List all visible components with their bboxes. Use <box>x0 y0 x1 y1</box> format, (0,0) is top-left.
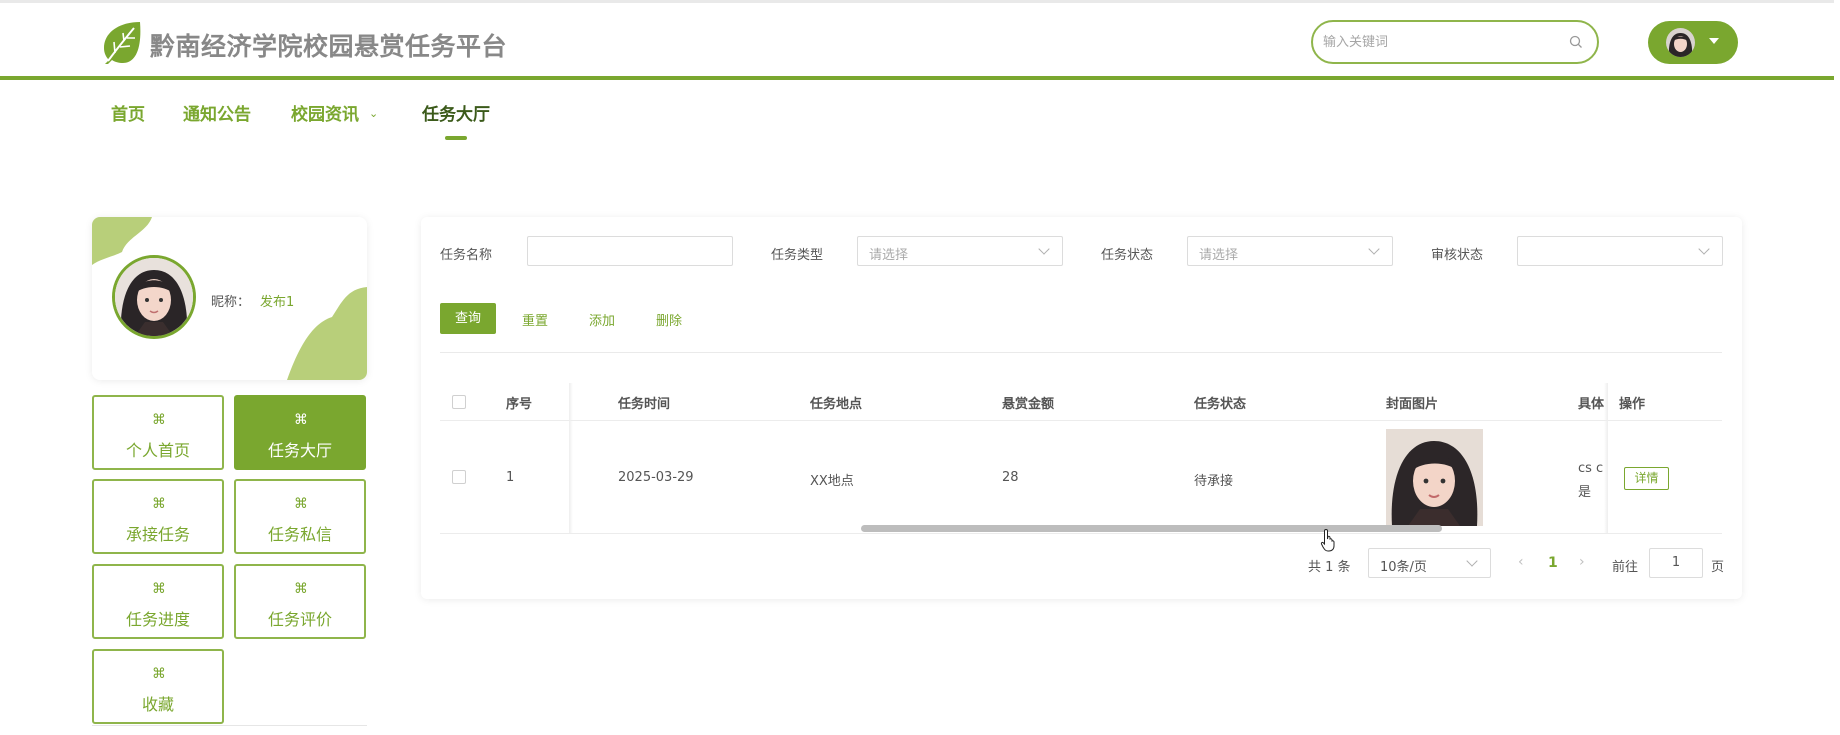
column-header: 任务地点 <box>810 397 863 412</box>
header-divider <box>440 420 1722 421</box>
column-header: 具体 <box>1578 397 1605 412</box>
search-box[interactable] <box>1311 20 1599 64</box>
chevron-down-icon: ⌄ <box>369 107 379 120</box>
goto-label: 前往 <box>1612 560 1639 575</box>
page-number-current[interactable]: 1 <box>1548 555 1558 571</box>
cover-image <box>1386 429 1483 526</box>
next-page-button[interactable]: › <box>1579 554 1585 570</box>
task-status-placeholder: 请选择 <box>1199 248 1239 263</box>
menu-task-progress[interactable]: ⌘ 任务进度 <box>92 564 224 639</box>
profile-avatar[interactable] <box>112 255 196 339</box>
detail-button[interactable]: 详情 <box>1624 467 1669 490</box>
column-header: 序号 <box>506 397 533 412</box>
site-title: 黔南经济学院校园悬赏任务平台 <box>150 32 508 61</box>
clover-icon: ⌘ <box>294 496 308 512</box>
menu-personal-home[interactable]: ⌘ 个人首页 <box>92 395 224 470</box>
chevron-down-icon <box>1368 243 1380 255</box>
delete-button[interactable]: 删除 <box>656 310 682 329</box>
task-type-placeholder: 请选择 <box>869 248 909 263</box>
audit-status-select[interactable] <box>1517 236 1723 266</box>
leaf-icon[interactable] <box>100 20 142 64</box>
profile-card: 昵称： 发布1 <box>92 217 367 380</box>
column-header: 封面图片 <box>1386 397 1439 412</box>
avatar <box>1666 28 1695 57</box>
header: 黔南经济学院校园悬赏任务平台 <box>0 3 1834 80</box>
audit-status-label: 审核状态 <box>1431 248 1484 263</box>
nickname-value: 发布1 <box>260 295 295 310</box>
page-size-select[interactable]: 10条/页 <box>1368 548 1491 578</box>
goto-page-input[interactable]: 1 <box>1649 548 1703 578</box>
task-panel: 任务名称 任务类型 请选择 任务状态 请选择 审核状态 查询 重置 添加 删除 … <box>421 217 1742 599</box>
nickname-label: 昵称： <box>211 295 251 310</box>
hand-cursor-icon <box>1320 528 1335 552</box>
menu-task-reviews[interactable]: ⌘ 任务评价 <box>234 564 366 639</box>
chevron-down-icon <box>1038 243 1050 255</box>
nav-item-task-hall[interactable]: 任务大厅 <box>422 100 490 125</box>
clover-icon: ⌘ <box>152 412 166 428</box>
horizontal-scrollbar[interactable] <box>861 525 1442 532</box>
divider <box>440 352 1722 353</box>
user-menu-button[interactable] <box>1648 21 1738 64</box>
cell-index: 1 <box>506 470 515 485</box>
task-status-label: 任务状态 <box>1101 248 1154 263</box>
column-header: 任务状态 <box>1194 397 1247 412</box>
menu-label: 承接任务 <box>125 525 190 544</box>
nav-active-indicator <box>445 136 467 140</box>
cell-reward: 28 <box>1002 470 1019 485</box>
add-button[interactable]: 添加 <box>589 310 615 329</box>
task-status-select[interactable]: 请选择 <box>1187 236 1393 266</box>
clover-icon: ⌘ <box>152 581 166 597</box>
menu-label: 任务评价 <box>267 610 332 629</box>
cell-location: XX地点 <box>810 474 854 489</box>
menu-label: 收藏 <box>141 695 174 714</box>
cell-detail-line2: 是 <box>1578 485 1592 500</box>
select-all-checkbox[interactable] <box>452 395 466 409</box>
nav-item-campus-news[interactable]: 校园资讯 ⌄ <box>291 100 378 125</box>
column-header: 任务时间 <box>618 397 671 412</box>
clover-icon: ⌘ <box>294 412 308 428</box>
task-name-input[interactable] <box>527 236 733 266</box>
prev-page-button[interactable]: ‹ <box>1518 554 1524 570</box>
reset-button[interactable]: 重置 <box>522 310 548 329</box>
cell-detail-line1: cs c <box>1578 461 1604 476</box>
chevron-down-icon <box>1698 243 1710 255</box>
task-type-select[interactable]: 请选择 <box>857 236 1063 266</box>
menu-label: 任务私信 <box>267 525 332 544</box>
menu-label: 个人首页 <box>125 441 190 460</box>
column-header: 操作 <box>1619 397 1646 412</box>
pagination-total: 共 1 条 <box>1308 560 1351 575</box>
menu-label: 任务进度 <box>125 610 190 629</box>
sidebar-divider <box>92 725 367 726</box>
cell-status: 待承接 <box>1194 474 1234 489</box>
task-type-label: 任务类型 <box>771 248 824 263</box>
row-checkbox[interactable] <box>452 470 466 484</box>
menu-favorites[interactable]: ⌘ 收藏 <box>92 649 224 724</box>
chevron-down-icon <box>1709 38 1719 44</box>
chevron-down-icon <box>1466 555 1478 567</box>
cell-time: 2025-03-29 <box>618 470 694 485</box>
menu-label: 任务大厅 <box>267 441 332 460</box>
task-name-label: 任务名称 <box>440 248 493 263</box>
goto-unit: 页 <box>1711 560 1725 575</box>
fixed-column-shadow <box>569 383 573 533</box>
menu-accepted-tasks[interactable]: ⌘ 承接任务 <box>92 479 224 554</box>
row-divider <box>440 533 1722 534</box>
nav-item-notices[interactable]: 通知公告 <box>183 100 251 125</box>
menu-task-messages[interactable]: ⌘ 任务私信 <box>234 479 366 554</box>
page: 黔南经济学院校园悬赏任务平台 首页 通知公告 校园资讯⌄ 任 <box>0 0 1840 735</box>
clover-icon: ⌘ <box>152 666 166 682</box>
search-icon[interactable] <box>1569 35 1583 49</box>
column-header: 悬赏金额 <box>1002 397 1055 412</box>
clover-icon: ⌘ <box>152 496 166 512</box>
nav-item-home[interactable]: 首页 <box>111 100 145 125</box>
menu-task-hall[interactable]: ⌘ 任务大厅 <box>234 395 366 470</box>
query-button[interactable]: 查询 <box>440 303 496 334</box>
search-input[interactable] <box>1323 32 1553 52</box>
fixed-column-shadow <box>1604 383 1608 533</box>
clover-icon: ⌘ <box>294 581 308 597</box>
nav-item-label: 校园资讯 <box>291 105 359 125</box>
page-size-value: 10条/页 <box>1380 560 1427 575</box>
